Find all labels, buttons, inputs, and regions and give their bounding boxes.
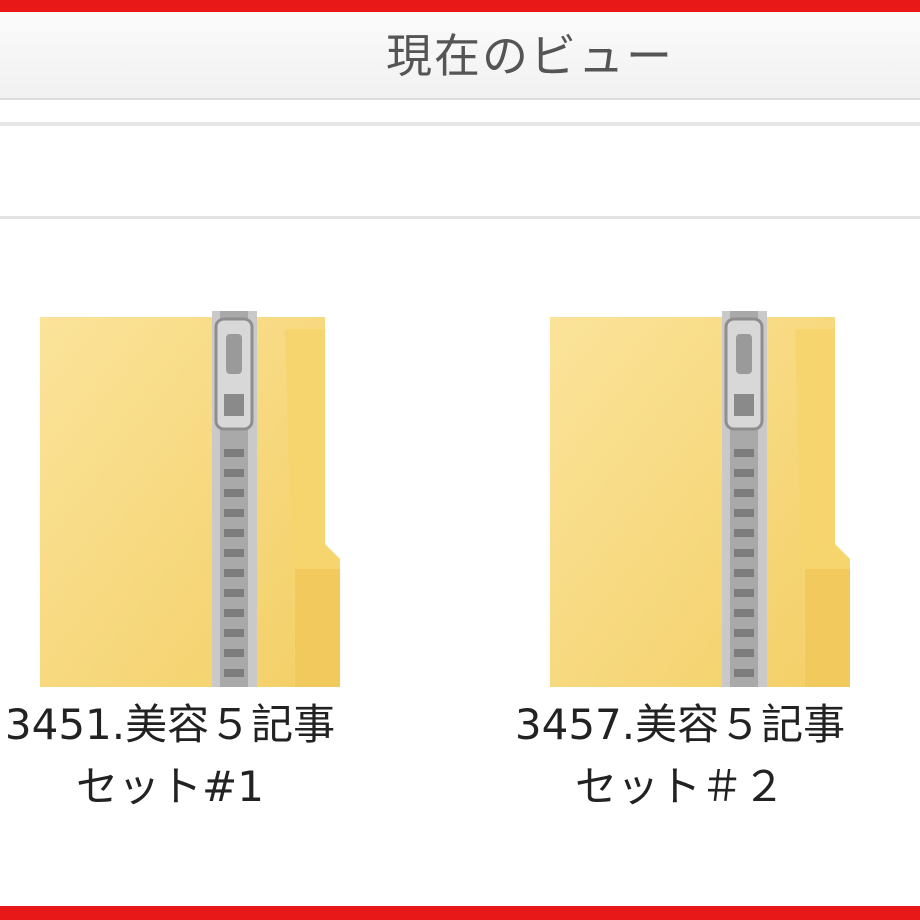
zip-folder-icon	[40, 299, 370, 689]
zip-folder-icon	[550, 299, 880, 689]
file-name-line-1: 3457.美容５記事	[514, 700, 846, 749]
highlight-frame-top	[0, 0, 920, 12]
file-item-zip-2[interactable]: 3457.美容５記事 セット＃２	[470, 299, 890, 859]
file-name-line-2: セット＃２	[574, 762, 785, 811]
address-bar-area	[0, 126, 920, 219]
ribbon-group-label: 現在のビュー	[386, 29, 674, 83]
file-name-label: 3451.美容５記事 セット#1	[0, 694, 380, 818]
ribbon-group-current-view: 現在のビュー	[0, 12, 920, 100]
file-name-line-2: セット#1	[76, 762, 264, 811]
file-name-line-1: 3451.美容５記事	[4, 700, 336, 749]
file-item-zip-1[interactable]: 3451.美容５記事 セット#1	[0, 299, 380, 859]
file-name-label: 3457.美容５記事 セット＃２	[470, 694, 890, 818]
file-list-view[interactable]: 3451.美容５記事 セット#1 3457.美容５記事 セット＃２	[0, 219, 920, 906]
highlight-frame-bottom	[0, 906, 920, 920]
